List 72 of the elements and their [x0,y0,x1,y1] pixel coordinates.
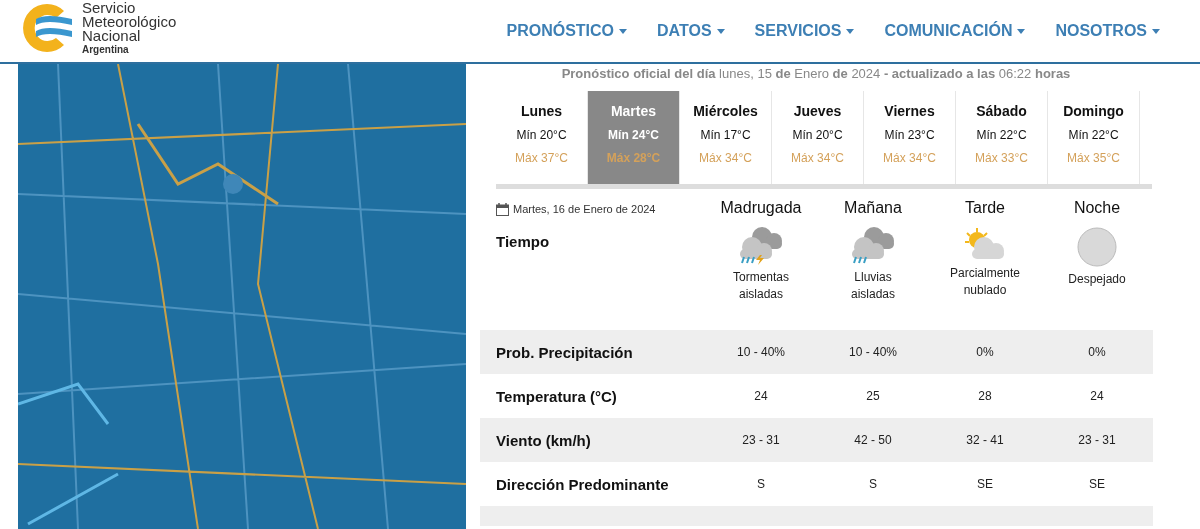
table-cell-text: 24 [1089,388,1105,405]
table-cell-text: S [868,476,878,493]
country-label: Argentina [82,42,130,56]
max-temperature: Máx 37°C [515,151,568,165]
min-temperature: Mín 20°C [516,128,567,142]
max-temperature: Máx 35°C [1067,151,1120,165]
caret-icon [846,28,855,34]
table-cell-text: 28 [977,388,993,405]
storm-cloud-icon [738,227,784,265]
min-temperature: Mín 17°C [700,128,751,142]
table-cell-text: 25 [865,388,881,405]
weather-description: Despejado [1067,271,1127,288]
min-temperature: Mín 24°C [608,128,659,142]
forecast-date: Martes, 16 de Enero de 2024 [513,203,656,215]
weather-description: Lluvias aisladas [850,269,896,303]
period-heading: Madrugada [719,198,803,217]
row-label: Viento (km/h) [480,418,705,462]
table-cell: 10 - 40% [705,330,817,374]
table-cell-text: S [756,476,766,493]
logo-text: Meteorológico [82,14,177,29]
min-temperature: Mín 22°C [1068,128,1119,142]
caret-icon [619,28,628,34]
row-label: Temperatura (°C) [495,386,618,407]
table-cell: 23 - 31 [705,418,817,462]
table-cell-text: SE [976,476,994,493]
nav-link[interactable]: NOSOTROS [1055,22,1160,40]
day-name: Miércoles [693,103,758,119]
period-heading: Noche [1072,198,1122,217]
table-cell: 10 - 40% [817,330,929,374]
table-cell: 23 - 31 [1041,418,1153,462]
min-temperature: Mín 22°C [976,128,1027,142]
nav-link[interactable]: DATOS [657,22,725,40]
forecast-heading: Pronóstico oficial del día lunes, 15 de Enero de 2024 - actualizado a las 06:22 horas [560,65,1072,83]
min-temperature: Mín 20°C [792,128,843,142]
nav-link[interactable]: SERVICIOS [754,22,855,40]
caret-icon [716,28,725,34]
period-heading: Mañana [843,198,903,217]
row-label: Prob. Precipitación [480,330,705,374]
row-label: Tiempo [495,232,551,252]
table-cell-text: 24 [753,388,769,405]
nav-link[interactable]: COMUNICACIÓN [884,22,1026,40]
weather-description: Tormentas aisladas [732,269,790,303]
weather-description: Parcialmente nublado [949,265,1021,299]
max-temperature: Máx 34°C [883,151,936,165]
period-heading: Tarde [964,198,1006,217]
rain-cloud-icon [850,227,896,265]
day-tab[interactable]: Martes Mín 24°C Máx 28°C [588,91,680,184]
logo-text: Nacional [82,28,141,43]
logo-text: Servicio [82,0,137,15]
row-label: Dirección Predominante [495,474,670,495]
max-temperature: Máx 33°C [975,151,1028,165]
max-temperature: Máx 34°C [699,151,752,165]
day-name: Jueves [793,103,842,119]
nav-link[interactable]: PRONÓSTICO [506,22,628,40]
max-temperature: Máx 34°C [791,151,844,165]
table-cell-text: SE [1088,476,1106,493]
table-cell: 0% [1041,330,1153,374]
table-cell: 0% [929,330,1041,374]
day-name: Martes [610,103,657,119]
caret-icon [1017,28,1026,34]
moon-icon [1077,227,1117,267]
day-name: Sábado [976,103,1027,119]
table-cell: 42 - 50 [817,418,929,462]
calendar-icon [496,202,509,216]
day-name: Lunes [520,103,563,119]
day-name: Domingo [1063,103,1124,119]
max-temperature: Máx 28°C [606,151,661,165]
caret-icon [1152,28,1160,34]
table-cell: 32 - 41 [929,418,1041,462]
min-temperature: Mín 23°C [884,128,935,142]
day-name: Viernes [884,103,935,119]
partly-cloudy-icon [964,227,1006,261]
